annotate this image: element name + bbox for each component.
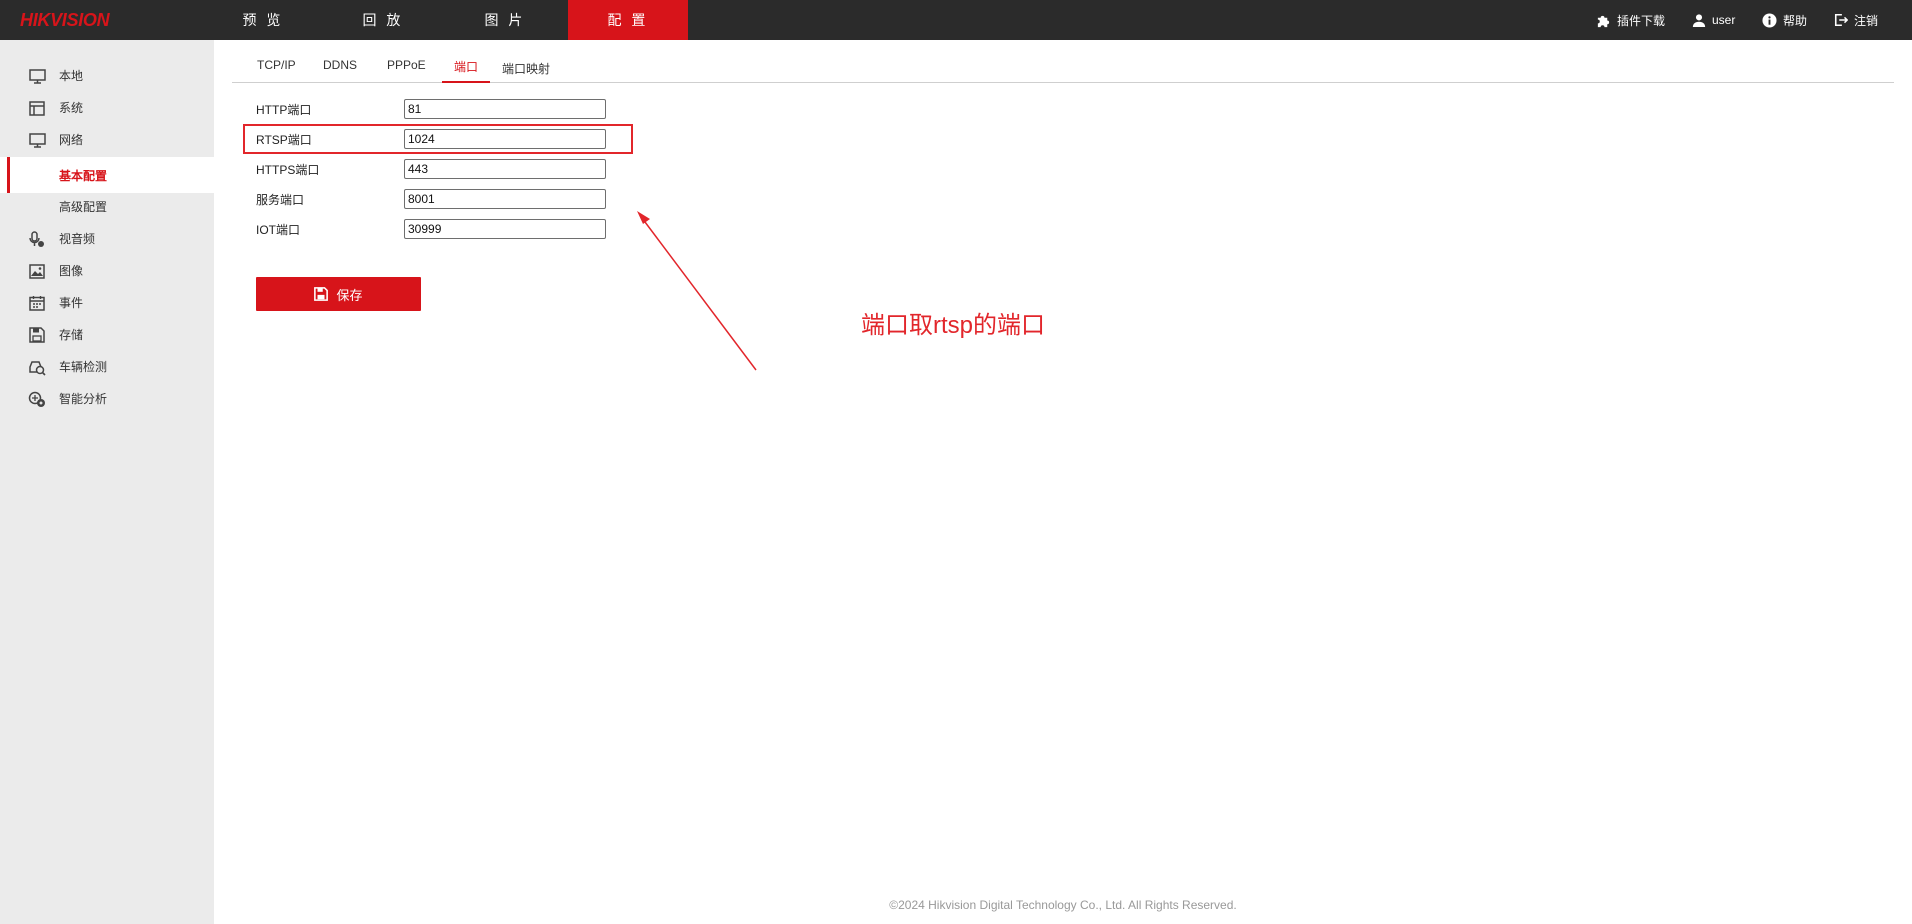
sidebar-item-vehicle-detection[interactable]: 车辆检测 — [0, 350, 214, 382]
network-icon — [28, 131, 46, 149]
service-port-label: 服务端口 — [256, 192, 305, 207]
help-label: 帮助 — [1783, 13, 1808, 28]
puzzle-icon — [1597, 15, 1610, 27]
sidebar-item-label: 车辆检测 — [59, 359, 108, 374]
vehicle-detect-icon — [28, 358, 46, 376]
image-icon — [28, 262, 46, 280]
save-button[interactable]: 保存 — [256, 277, 421, 311]
https-port-label: HTTPS端口 — [256, 162, 320, 177]
logout-icon — [1834, 13, 1848, 27]
sidebar-item-storage[interactable]: 存储 — [0, 318, 214, 350]
sidebar-item-label: 智能分析 — [59, 391, 108, 406]
sidebar-item-advanced-config[interactable]: 高级配置 — [0, 190, 214, 222]
calendar-icon — [28, 294, 46, 312]
main-content: TCP/IP DDNS PPPoE 端口 端口映射 HTTP端口 RTSP端口 … — [214, 40, 1912, 924]
sidebar-item-video-audio[interactable]: 视音频 — [0, 222, 214, 254]
monitor-icon — [28, 67, 46, 85]
tab-pppoe[interactable]: PPPoE — [387, 58, 426, 82]
sidebar-item-label: 视音频 — [59, 231, 96, 246]
footer-copyright: ©2024 Hikvision Digital Technology Co., … — [889, 898, 1237, 912]
sidebar-item-label: 本地 — [59, 68, 84, 83]
plugin-download-label: 插件下载 — [1617, 13, 1666, 28]
sidebar-item-network[interactable]: 网络 — [0, 123, 214, 155]
user-label: user — [1712, 13, 1736, 27]
https-port-input[interactable] — [404, 159, 606, 179]
nav-configuration[interactable]: 配 置 — [568, 0, 688, 40]
sidebar-item-label: 图像 — [59, 263, 84, 278]
http-port-row: HTTP端口 — [256, 98, 606, 120]
hikvision-logo: HIKVISION — [20, 10, 110, 30]
tab-tcpip[interactable]: TCP/IP — [257, 58, 296, 82]
sidebar-item-label: 网络 — [59, 132, 84, 147]
microphone-icon — [28, 230, 46, 248]
iot-port-label: IOT端口 — [256, 222, 300, 237]
service-port-input[interactable] — [404, 189, 606, 209]
tab-ddns[interactable]: DDNS — [323, 58, 357, 82]
sidebar-item-image[interactable]: 图像 — [0, 254, 214, 286]
logout-link[interactable]: 注销 — [1834, 0, 1878, 40]
sidebar-item-label: 事件 — [59, 295, 84, 310]
sidebar-item-label: 存储 — [59, 327, 84, 342]
tab-port[interactable]: 端口 — [441, 58, 491, 83]
service-port-row: 服务端口 — [256, 188, 606, 210]
top-bar: HIKVISION 预 览 回 放 图 片 配 置 插件下载 user 帮助 注… — [0, 0, 1912, 40]
nav-picture[interactable]: 图 片 — [447, 0, 563, 40]
sidebar-item-event[interactable]: 事件 — [0, 286, 214, 318]
sidebar-item-basic-config[interactable]: 基本配置 — [0, 157, 214, 193]
sidebar-item-system[interactable]: 系统 — [0, 91, 214, 123]
annotation-text: 端口取rtsp的端口 — [861, 312, 1046, 339]
smart-analysis-icon — [28, 390, 46, 408]
save-icon — [314, 287, 329, 301]
http-port-input[interactable] — [404, 99, 606, 119]
nav-playback[interactable]: 回 放 — [325, 0, 441, 40]
sidebar: 本地 系统 网络 基本配置 高级配置 视音频 图像 事件 存储 车辆检测 智能分… — [0, 40, 214, 924]
sidebar-item-label: 高级配置 — [59, 199, 108, 214]
rtsp-highlight-box — [243, 124, 633, 154]
iot-port-input[interactable] — [404, 219, 606, 239]
https-port-row: HTTPS端口 — [256, 158, 606, 180]
annotation-arrow — [637, 211, 757, 371]
user-icon — [1692, 14, 1706, 27]
http-port-label: HTTP端口 — [256, 102, 312, 117]
tab-port-mapping[interactable]: 端口映射 — [502, 60, 550, 84]
user-menu[interactable]: user — [1692, 0, 1735, 40]
storage-icon — [28, 326, 46, 344]
plugin-download-link[interactable]: 插件下载 — [1596, 0, 1665, 40]
save-label: 保存 — [336, 287, 363, 303]
tab-bar: TCP/IP DDNS PPPoE 端口 端口映射 — [232, 40, 1894, 83]
info-icon — [1762, 12, 1777, 28]
nav-preview[interactable]: 预 览 — [205, 0, 321, 40]
sidebar-item-smart-analysis[interactable]: 智能分析 — [0, 382, 214, 414]
iot-port-row: IOT端口 — [256, 218, 606, 240]
help-link[interactable]: 帮助 — [1762, 0, 1807, 40]
sidebar-item-label: 基本配置 — [59, 168, 108, 183]
sidebar-item-label: 系统 — [59, 100, 84, 115]
system-icon — [28, 99, 46, 117]
sidebar-item-local[interactable]: 本地 — [0, 59, 214, 91]
logout-label: 注销 — [1854, 13, 1879, 28]
